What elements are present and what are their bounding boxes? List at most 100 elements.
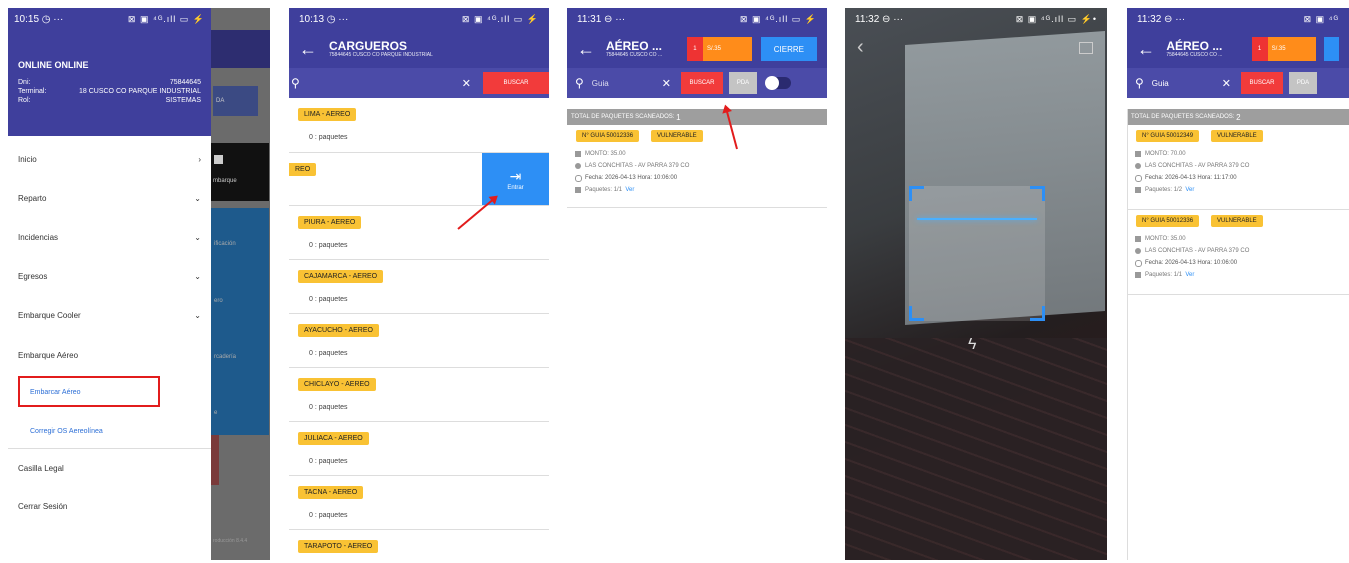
ver-link[interactable]: Ver (1185, 272, 1194, 278)
chevron-down-icon: ⌄ (194, 194, 201, 203)
pda-button[interactable]: PDA (1289, 72, 1318, 94)
counter-badge: 1 (1251, 37, 1268, 61)
destination-tag: REO (289, 163, 317, 176)
search-button[interactable]: BUSCAR (1241, 72, 1284, 94)
clear-icon[interactable]: ✕ (662, 77, 671, 90)
scanned-total-bar: TOTAL DE PAQUETES SCANEADOS: 2 (1127, 109, 1349, 125)
menu-item-inicio[interactable]: Inicio › (18, 155, 201, 164)
clear-icon[interactable]: ✕ (462, 77, 471, 90)
location-pin-icon (1135, 248, 1141, 254)
list-item-swiped[interactable]: REO ⇥ Entrar (289, 153, 549, 206)
page-subtitle: 75844645 CUSCO CO ... (605, 51, 663, 58)
scanned-label: TOTAL DE PAQUETES SCANEADOS: (1131, 114, 1235, 120)
destination-tag: CHICLAYO - AEREO (298, 378, 376, 391)
background-content: DA mbarque ificación ero rcadería e rodu… (211, 8, 270, 560)
status-time: 11:32 ⊖ ··· (855, 13, 904, 25)
destination-tag: LIMA - AEREO (298, 108, 357, 121)
list-item[interactable]: CHICLAYO - AEREO 0 : paquetes (289, 368, 549, 422)
search-input[interactable]: Guia (592, 79, 662, 88)
box-icon (1135, 187, 1141, 193)
search-button[interactable]: BUSCAR (483, 72, 549, 94)
menu-item-label: Egresos (18, 272, 48, 281)
package-card[interactable]: N° GUIA 50012336 VULNERABLE MONTO: 35.00… (1127, 210, 1349, 295)
clear-icon[interactable]: ✕ (1222, 77, 1231, 90)
document-icon (1135, 236, 1141, 242)
clock-icon (1135, 260, 1142, 267)
chevron-down-icon: ⌄ (194, 233, 201, 242)
summary-pill: 1 S/.35 (686, 37, 752, 61)
ver-link[interactable]: Ver (1185, 187, 1194, 193)
destination-tag: TACNA - AEREO (298, 486, 364, 499)
submenu-embarcar-aereo[interactable]: Embarcar Aéreo (30, 389, 81, 396)
menu-item-label: Reparto (18, 194, 47, 203)
navigation-drawer: 10:15 ◷ ··· ⊠ ▣ ⁴ᴳ.ıll ▭ ⚡ ONLINE ONLINE … (8, 8, 211, 560)
package-card[interactable]: N° GUIA 50012349 VULNERABLE MONTO: 70.00… (1127, 125, 1349, 210)
box-icon (1135, 272, 1141, 278)
document-icon (1135, 151, 1141, 157)
screen-cargueros: 10:13 ◷ ··· ⊠ ▣ ⁴ᴳ.ıll ▭ ⚡ ← CARGUEROS 75… (289, 8, 549, 560)
menu-item-embarque-cooler[interactable]: Embarque Cooler ⌄ (18, 311, 201, 320)
package-count: 0 : paquetes (309, 350, 348, 357)
search-icon: ⚲ (291, 76, 300, 90)
menu-item-cerrar-sesion[interactable]: Cerrar Sesión (18, 502, 201, 511)
menu-item-embarque-aereo[interactable]: Embarque Aéreo (18, 351, 201, 360)
search-input[interactable]: Guia (1152, 79, 1222, 88)
list-item[interactable]: CAJAMARCA - AEREO 0 : paquetes (289, 260, 549, 314)
package-count: 0 : paquetes (309, 296, 348, 303)
list-item[interactable]: LIMA - AEREO 0 : paquetes (289, 98, 549, 153)
list-item[interactable]: TACNA - AEREO 0 : paquetes (289, 476, 549, 530)
chevron-down-icon: ⌄ (194, 272, 201, 281)
paquetes-text: Paquetes: 1/1 (585, 187, 623, 193)
chevron-down-icon: ⌄ (194, 311, 201, 320)
address-text: LAS CONCHITAS - AV PARRA 379 CO (1145, 248, 1250, 254)
version-footer: roducción 8.4.4 (213, 538, 248, 544)
menu-item-label: Casilla Legal (18, 464, 64, 473)
scan-toggle[interactable] (765, 76, 792, 90)
box-icon (575, 187, 581, 193)
package-count: 0 : paquetes (309, 458, 348, 465)
vulnerable-badge: VULNERABLE (651, 130, 703, 142)
list-item[interactable]: TARAPOTO - AEREO (289, 530, 549, 560)
close-button[interactable]: CIERRE (760, 37, 817, 61)
menu-item-label: Embarque Cooler (18, 311, 81, 320)
back-arrow-icon[interactable]: ← (1137, 39, 1158, 60)
screen-camera: 11:32 ⊖ ··· ⊠ ▣ ⁴ᴳ.ıll ▭ ⚡• ‹ ϟ (845, 8, 1107, 560)
status-icons: ⊠ ▣ ⁴ᴳ.ıll ▭ ⚡• (1015, 13, 1097, 24)
page-title: CARGUEROS (329, 38, 408, 53)
back-icon[interactable]: ‹ (857, 36, 864, 59)
menu-item-casilla-legal[interactable]: Casilla Legal (18, 464, 201, 473)
search-button[interactable]: BUSCAR (681, 72, 724, 94)
back-arrow-icon[interactable]: ← (577, 39, 598, 60)
scanned-count: 1 (676, 112, 681, 122)
scan-frame (909, 186, 1045, 321)
background-label: mbarque (213, 178, 237, 184)
list-item[interactable]: AYACUCHO - AEREO 0 : paquetes (289, 314, 549, 368)
destination-tag: CAJAMARCA - AEREO (298, 270, 384, 283)
package-count: 0 : paquetes (309, 512, 348, 519)
document-icon (575, 151, 581, 157)
ver-link[interactable]: Ver (625, 187, 634, 193)
submenu-corregir-os[interactable]: Corregir OS Aereolínea (30, 428, 103, 435)
list-item[interactable]: PIURA - AEREO 0 : paquetes (289, 206, 549, 260)
back-arrow-icon[interactable]: ← (299, 39, 321, 60)
menu-item-egresos[interactable]: Egresos ⌄ (18, 272, 201, 281)
background-label: rcadería (214, 354, 237, 360)
package-card[interactable]: N° GUIA 50012336 VULNERABLE MONTO: 35.00… (567, 125, 827, 208)
menu-item-incidencias[interactable]: Incidencias ⌄ (18, 233, 201, 242)
gallery-icon[interactable] (1079, 42, 1093, 54)
amount-label: S/.35 (706, 46, 721, 52)
chevron-right-icon: › (198, 155, 201, 164)
close-button[interactable] (1323, 37, 1339, 61)
pda-button[interactable]: PDA (729, 72, 758, 94)
list-item[interactable]: JULIACA - AEREO 0 : paquetes (289, 422, 549, 476)
status-time: 11:31 ⊖ ··· (577, 13, 626, 25)
clock-icon (1135, 175, 1142, 182)
amount-label: S/.35 (1271, 46, 1286, 52)
rol-label: Rol: (18, 97, 31, 104)
background-label: ificación (214, 241, 236, 247)
drawer-header: 10:15 ◷ ··· ⊠ ▣ ⁴ᴳ.ıll ▭ ⚡ ONLINE ONLINE … (8, 8, 211, 136)
menu-item-reparto[interactable]: Reparto ⌄ (18, 194, 201, 203)
menu-item-label: Inicio (18, 155, 37, 164)
scanned-label: TOTAL DE PAQUETES SCANEADOS: (571, 114, 675, 120)
flashlight-icon[interactable]: ϟ (968, 336, 976, 354)
